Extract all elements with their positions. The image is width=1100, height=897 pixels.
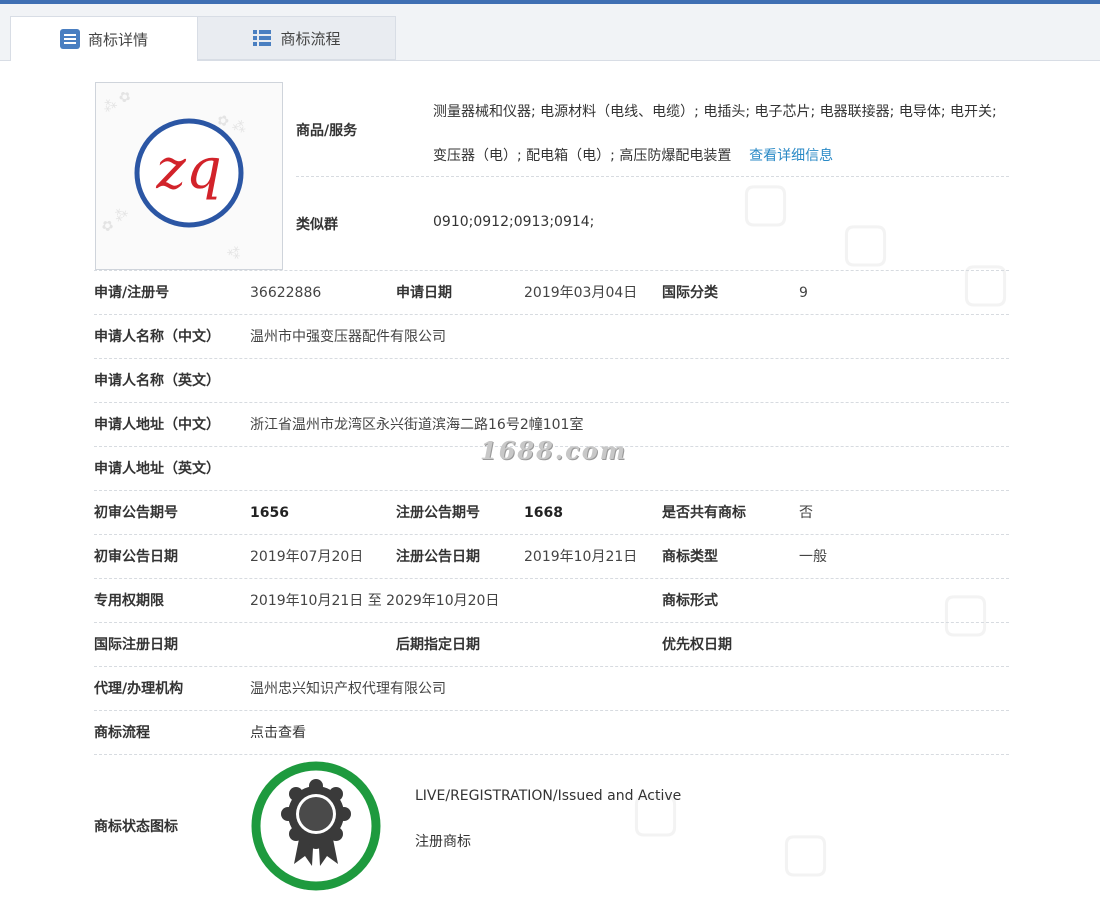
background-watermark: ▢ xyxy=(840,210,892,273)
reg-number-label: 申请/注册号 xyxy=(94,285,170,301)
list-detail-icon xyxy=(59,29,80,49)
prelim-announcement-number-label: 初审公告期号 xyxy=(94,505,178,521)
tab-bar: 商标详情 商标流程 xyxy=(0,4,1100,61)
intl-class-label: 国际分类 xyxy=(662,285,718,301)
trademark-form-label: 商标形式 xyxy=(662,593,718,609)
registration-badge-icon xyxy=(250,760,382,892)
row-announcement-dates: 初审公告日期 2019年07月20日 注册公告日期 2019年10月21日 商标… xyxy=(94,535,1009,579)
tab-trademark-detail-label: 商标详情 xyxy=(87,30,148,49)
intl-class-value: 9 xyxy=(799,285,808,301)
row-trademark-flow: 商标流程 点击查看 xyxy=(94,711,1009,755)
exclusive-term-value: 2019年10月21日 至 2029年10月20日 xyxy=(250,593,500,609)
row-applicant-name-cn: 申请人名称（中文） 温州市中强变压器配件有限公司 xyxy=(94,315,1009,359)
status-chinese-text: 注册商标 xyxy=(415,834,471,850)
similar-group-label: 类似群 xyxy=(296,217,338,233)
status-icon-label: 商标状态图标 xyxy=(94,819,178,835)
reg-number-value: 36622886 xyxy=(250,285,322,301)
row-applicant-name-en: 申请人名称（英文） xyxy=(94,359,1009,403)
applicant-address-en-label: 申请人地址（英文） xyxy=(94,461,220,477)
goods-services-label: 商品/服务 xyxy=(296,123,358,139)
shared-trademark-label: 是否共有商标 xyxy=(662,505,746,521)
row-agent: 代理/办理机构 温州忠兴知识产权代理有限公司 xyxy=(94,667,1009,711)
reg-announcement-date-label: 注册公告日期 xyxy=(396,549,480,565)
goods-services-value: 测量器械和仪器; 电源材料（电线、电缆）; 电插头; 电子芯片; 电器联接器; … xyxy=(433,104,997,164)
applicant-name-en-label: 申请人名称（英文） xyxy=(94,373,220,389)
trademark-logo-image: ⁂ ✿ ✿ ⁂ ✿ ⁂ ⁂ zq xyxy=(95,82,283,270)
background-watermark: ▢ xyxy=(740,170,792,233)
list-process-icon xyxy=(252,28,272,48)
tab-trademark-detail[interactable]: 商标详情 xyxy=(10,16,198,61)
trademark-type-label: 商标类型 xyxy=(662,549,718,565)
agent-value: 温州忠兴知识产权代理有限公司 xyxy=(250,681,446,697)
reg-announcement-number-label: 注册公告期号 xyxy=(396,505,480,521)
row-announcement-numbers: 初审公告期号 1656 注册公告期号 1668 是否共有商标 否 xyxy=(94,491,1009,535)
later-designation-date-label: 后期指定日期 xyxy=(396,637,480,653)
divider xyxy=(296,176,1009,177)
prelim-announcement-date-value: 2019年07月20日 xyxy=(250,549,364,565)
priority-date-label: 优先权日期 xyxy=(662,637,732,653)
reg-announcement-number-value: 1668 xyxy=(524,505,563,521)
status-english-text: LIVE/REGISTRATION/Issued and Active xyxy=(415,788,682,804)
row-intl-dates: 国际注册日期 后期指定日期 优先权日期 xyxy=(94,623,1009,667)
goods-services-text: 测量器械和仪器; 电源材料（电线、电缆）; 电插头; 电子芯片; 电器联接器; … xyxy=(433,90,1013,178)
application-date-value: 2019年03月04日 xyxy=(524,285,638,301)
agent-label: 代理/办理机构 xyxy=(94,681,184,697)
intl-reg-date-label: 国际注册日期 xyxy=(94,637,178,653)
row-registration-number: 申请/注册号 36622886 申请日期 2019年03月04日 国际分类 9 xyxy=(94,271,1009,315)
tab-trademark-process[interactable]: 商标流程 xyxy=(198,16,396,60)
prelim-announcement-date-label: 初审公告日期 xyxy=(94,549,178,565)
shared-trademark-value: 否 xyxy=(799,505,813,521)
applicant-address-cn-label: 申请人地址（中文） xyxy=(94,417,220,433)
prelim-announcement-number-value: 1656 xyxy=(250,505,289,521)
application-date-label: 申请日期 xyxy=(396,285,452,301)
background-watermark: ▢ xyxy=(780,820,832,883)
view-flow-link[interactable]: 点击查看 xyxy=(250,711,306,755)
trademark-logo-graphic: ⁂ ✿ ✿ ⁂ ✿ ⁂ ⁂ zq xyxy=(96,83,282,269)
tab-trademark-process-label: 商标流程 xyxy=(280,29,341,48)
trademark-type-value: 一般 xyxy=(799,549,827,565)
trademark-flow-label: 商标流程 xyxy=(94,725,150,741)
similar-group-value: 0910;0912;0913;0914; xyxy=(433,214,595,230)
site-watermark: 1688.com xyxy=(480,436,628,465)
row-exclusive-term: 专用权期限 2019年10月21日 至 2029年10月20日 商标形式 xyxy=(94,579,1009,623)
trademark-logo-text: zq xyxy=(155,137,221,202)
applicant-name-cn-label: 申请人名称（中文） xyxy=(94,329,220,345)
applicant-name-cn-value: 温州市中强变压器配件有限公司 xyxy=(250,329,446,345)
reg-announcement-date-value: 2019年10月21日 xyxy=(524,549,638,565)
view-details-link[interactable]: 查看详细信息 xyxy=(749,148,833,164)
exclusive-term-label: 专用权期限 xyxy=(94,593,164,609)
